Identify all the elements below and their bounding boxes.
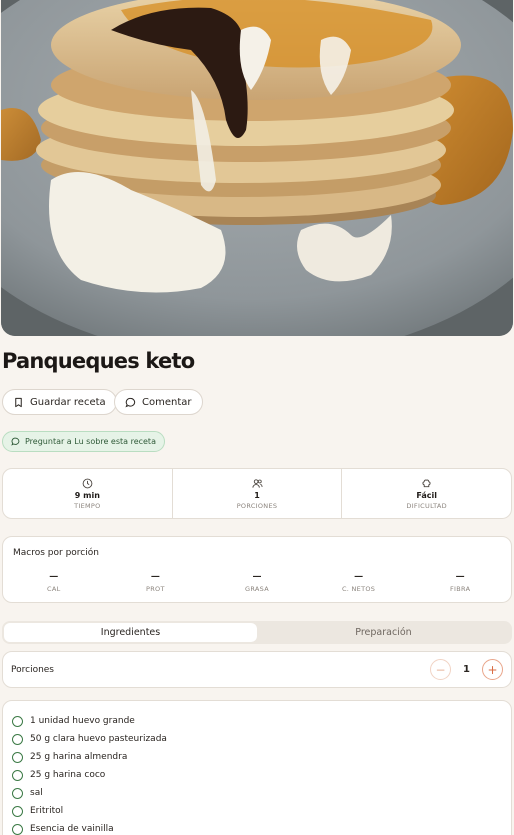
macro-prot-value: — [150,572,160,582]
comment-label: Comentar [142,396,192,408]
comment-icon [125,397,136,407]
macros-title: Macros por porción [13,548,99,558]
clock-icon [82,478,93,488]
ask-lu-button[interactable]: Preguntar a Lu sobre esta receta [2,431,165,452]
ingredient-item[interactable]: sal [3,784,511,802]
ingredient-item[interactable]: 1 unidad huevo grande [3,712,511,730]
ingredient-label: 50 g clara huevo pasteurizada [30,734,167,744]
macro-net-carbs: — C. NETOS [308,572,410,594]
macro-prot: — PROT [105,572,207,594]
recipe-tabs: Ingredientes Preparación [2,621,512,644]
ingredient-label: sal [30,788,43,798]
macro-cal-value: — [49,572,59,582]
ingredient-item[interactable]: Esencia de vainilla [3,820,511,835]
increase-portions-button[interactable]: + [482,659,503,680]
macro-fibra-value: — [455,572,465,582]
portions-value: 1 [463,664,470,675]
macro-fibra: — FIBRA [409,572,511,594]
stat-difficulty-label: DIFICULTAD [406,501,447,510]
recipe-hero-image [1,0,513,336]
checkbox-circle-icon[interactable] [12,823,23,835]
portions-card: Porciones − 1 + [2,651,512,688]
ingredient-label: 25 g harina almendra [30,752,128,762]
people-icon [251,478,262,488]
ask-lu-label: Preguntar a Lu sobre esta receta [25,437,156,446]
stat-difficulty-value: Fácil [416,490,437,500]
ingredient-item[interactable]: 25 g harina coco [3,766,511,784]
ingredient-item[interactable]: Eritritol [3,802,511,820]
macro-grasa: — GRASA [206,572,308,594]
decrease-portions-button[interactable]: − [430,659,452,680]
checkbox-circle-icon[interactable] [12,715,23,727]
macro-net-carbs-value: — [354,572,364,582]
ingredient-label: 25 g harina coco [30,770,106,780]
checkbox-circle-icon[interactable] [12,787,23,799]
macros-card: Macros por porción — CAL — PROT — GRASA … [2,536,512,603]
tab-preparacion[interactable]: Preparación [257,623,510,642]
macro-cal: — CAL [3,572,105,594]
checkbox-circle-icon[interactable] [12,805,23,817]
checkbox-circle-icon[interactable] [12,733,23,745]
portions-stepper: − 1 + [430,659,503,680]
macro-net-carbs-label: C. NETOS [341,585,376,593]
save-recipe-label: Guardar receta [30,396,106,408]
checkbox-circle-icon[interactable] [12,769,23,781]
macro-grasa-label: GRASA [245,585,269,593]
ingredient-item[interactable]: 25 g harina almendra [3,748,511,766]
macro-fibra-label: FIBRA [450,585,471,593]
ingredient-label: Esencia de vainilla [30,824,114,834]
ingredients-list: 1 unidad huevo grande 50 g clara huevo p… [2,700,512,835]
stat-time-label: TIEMPO [74,501,101,510]
ingredient-label: Eritritol [30,806,64,816]
ingredient-item[interactable]: 50 g clara huevo pasteurizada [3,730,511,748]
comment-button[interactable]: Comentar [114,389,203,415]
stat-time: 9 min TIEMPO [3,469,172,518]
portions-label: Porciones [11,664,55,675]
ingredient-label: 1 unidad huevo grande [30,716,135,726]
recipe-title: Panqueques keto [2,349,195,373]
macro-cal-label: CAL [47,585,61,593]
stat-time-value: 9 min [74,490,100,500]
tab-ingredientes[interactable]: Ingredientes [4,623,257,642]
save-recipe-button[interactable]: Guardar receta [2,389,117,415]
bookmark-icon [15,397,22,407]
stat-portions: 1 PORCIONES [171,469,342,518]
recipe-stats: 9 min TIEMPO 1 PORCIONES Fácil DIFICULTA… [2,468,512,519]
macro-grasa-value: — [252,572,262,582]
chef-hat-icon [422,479,431,487]
checkbox-circle-icon[interactable] [12,751,23,763]
stat-portions-label: PORCIONES [236,501,278,510]
chat-bubble-icon [11,437,20,446]
macro-prot-label: PROT [146,585,165,593]
stat-portions-value: 1 [254,490,260,500]
stat-difficulty: Fácil DIFICULTAD [341,469,511,518]
